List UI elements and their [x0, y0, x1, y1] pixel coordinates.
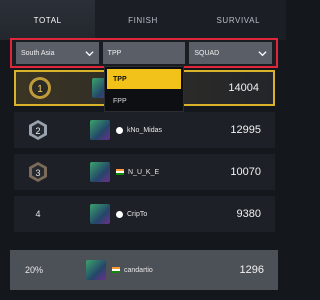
player-score: 10070 — [230, 166, 261, 178]
player-name: CripTo — [127, 210, 148, 218]
perspective-dropdown-menu: TPP FPP — [104, 66, 184, 112]
player-score: 14004 — [228, 82, 259, 94]
rank-number: 2 — [35, 126, 40, 136]
rank-number: 1 — [37, 84, 43, 95]
menu-option-fpp[interactable]: FPP — [107, 91, 181, 111]
tab-total[interactable]: TOTAL — [0, 0, 96, 40]
player-name: candartio — [124, 266, 153, 274]
globe-icon — [116, 126, 123, 134]
leaderboard-row-3[interactable]: 3 N_U_K_E 10070 — [14, 154, 275, 190]
avatar — [90, 204, 110, 224]
india-flag-icon — [112, 267, 120, 273]
gold-rank-1-icon: 1 — [16, 75, 64, 101]
player-score: 12995 — [230, 124, 261, 136]
perspective-dropdown[interactable]: TPP — [102, 42, 186, 64]
current-player-row[interactable]: 20% candartio 1296 — [10, 250, 278, 290]
player-rank-percent: 20% — [24, 265, 43, 275]
rank-number: 3 — [35, 168, 40, 178]
player-name: kNo_Midas — [127, 126, 163, 134]
chevron-down-icon — [258, 50, 267, 56]
leaderboard-row-2[interactable]: 2 kNo_Midas 12995 — [14, 112, 275, 148]
filter-bar: South Asia TPP SQUAD — [10, 38, 278, 68]
perspective-value: TPP — [107, 49, 122, 57]
team-mode-dropdown[interactable]: SQUAD — [189, 42, 273, 64]
avatar — [86, 260, 106, 280]
team-mode-value: SQUAD — [194, 49, 220, 57]
region-value: South Asia — [21, 49, 55, 57]
avatar — [90, 162, 110, 182]
player-score: 9380 — [236, 208, 261, 220]
rank-number: 4 — [35, 209, 41, 219]
player-score: 1296 — [239, 264, 264, 276]
menu-option-tpp[interactable]: TPP — [107, 69, 181, 89]
leaderboard-tabs: TOTAL FINISH SURVIVAL — [0, 0, 286, 40]
tab-finish[interactable]: FINISH — [95, 0, 190, 40]
region-dropdown[interactable]: South Asia — [16, 42, 99, 64]
india-flag-icon — [116, 169, 124, 175]
silver-rank-2-icon: 2 — [14, 118, 62, 142]
avatar — [90, 120, 110, 140]
leaderboard-row-4[interactable]: 4 CripTo 9380 — [14, 196, 275, 232]
player-name: N_U_K_E — [128, 168, 160, 176]
globe-icon — [116, 210, 123, 218]
bronze-rank-3-icon: 3 — [14, 160, 62, 184]
tab-survival[interactable]: SURVIVAL — [191, 0, 286, 40]
chevron-down-icon — [85, 50, 94, 56]
